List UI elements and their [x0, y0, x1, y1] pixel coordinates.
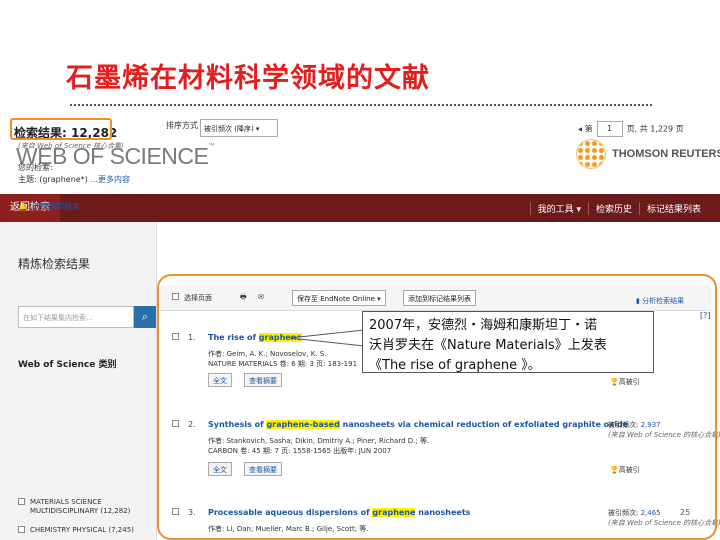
record-authors: 作者: Li, Dan; Mueller, Marc B.; Gilje, Sc…	[208, 525, 369, 533]
record-checkbox[interactable]	[172, 508, 179, 515]
record-authors: 作者: Stankovich, Sasha; Dikin, Dmitriy A.…	[208, 437, 430, 445]
results-toolbar: 选择页面 🖶 ✉ 保存至 EndNote Online ▾ 添加到标记结果列表	[160, 285, 710, 311]
sort-select[interactable]: 被引频次 (降序) ▾	[200, 119, 278, 137]
times-cited-link[interactable]: 2,465	[641, 509, 661, 517]
highly-cited-badge: 🏆高被引	[610, 378, 640, 386]
help-link[interactable]: [?]	[700, 311, 711, 320]
category-item[interactable]: MATERIALS SCIENCE	[18, 498, 102, 507]
brand-name: THOMSON REUTERS	[612, 148, 720, 160]
save-to-endnote-button[interactable]: 保存至 EndNote Online ▾	[292, 290, 386, 306]
record-source: CARBON 卷: 45 期: 7 页: 1558-1565 出版年: JUN …	[208, 447, 392, 455]
view-abstract-button[interactable]: 查看摘要	[244, 462, 282, 476]
your-search-label: 您的检索:	[18, 163, 53, 172]
result-source: (来自 Web of Science 核心合集)	[18, 142, 124, 150]
slide-title: 石墨烯在材料科学领域的文献	[66, 63, 430, 94]
trophy-icon: 🏆	[610, 378, 619, 386]
record-authors: 作者: Geim, A. K.; Novoselov, K. S.	[208, 350, 327, 358]
trophy-icon: 🏆	[610, 466, 619, 474]
callout-line: 《The rise of graphene 》。	[369, 358, 541, 373]
your-search: 您的检索: 主题: (graphene*) ...更多内容	[18, 162, 130, 186]
thomson-reuters-logo: THOMSON REUTERS	[576, 139, 720, 169]
view-abstract-button[interactable]: 查看摘要	[244, 373, 282, 387]
more-link[interactable]: ...更多内容	[90, 175, 130, 184]
page-label: 第	[584, 124, 593, 134]
refine-heading: 精炼检索结果	[18, 257, 91, 271]
prev-page-icon[interactable]: ◂	[578, 125, 582, 134]
my-tools-menu[interactable]: 我的工具 ▾	[529, 201, 588, 215]
page-total: 页, 共 1,229 页	[626, 124, 684, 134]
record-title-link[interactable]: The rise of graphene	[208, 333, 302, 342]
record-checkbox[interactable]	[172, 333, 179, 340]
chevron-down-icon: ▾	[255, 125, 260, 133]
times-cited: 被引频次: 2,465 (来自 Web of Science 的核心合集)	[608, 509, 720, 527]
print-icon[interactable]: 🖶	[240, 293, 247, 304]
select-page-checkbox[interactable]: 选择页面	[172, 293, 212, 303]
full-text-button[interactable]: 全文	[208, 373, 232, 387]
record-number: 2.	[188, 420, 196, 429]
pager: ◂ 第 1 页, 共 1,229 页	[578, 121, 684, 137]
full-text-button[interactable]: 全文	[208, 462, 232, 476]
create-alert-link[interactable]: 🔔 创建跟踪服务	[18, 201, 80, 212]
record-title-link[interactable]: Processable aqueous dispersions of graph…	[208, 508, 470, 517]
thomson-reuters-dots-icon	[576, 139, 606, 169]
result-count-highlight	[10, 118, 112, 140]
record-title-link[interactable]: Synthesis of graphene-based nanosheets v…	[208, 420, 628, 429]
sort-label: 排序方式	[166, 121, 198, 130]
slide-page-number: 25	[680, 508, 691, 517]
email-icon[interactable]: ✉	[258, 293, 264, 301]
checkbox[interactable]	[18, 526, 25, 533]
nav-bar: 返回检索 我的工具 ▾ 检索历史 标记结果列表	[0, 194, 720, 222]
analyze-results-link[interactable]: ▮ 分析检索结果	[636, 296, 684, 306]
highly-cited-badge: 🏆高被引	[610, 466, 640, 474]
marked-list-link[interactable]: 标记结果列表	[638, 201, 708, 215]
add-to-marked-list-button[interactable]: 添加到标记结果列表	[403, 290, 476, 306]
record-checkbox[interactable]	[172, 420, 179, 427]
record-number: 3.	[188, 508, 196, 517]
times-cited: 被引频次: 2,937 (来自 Web of Science 的核心合集)	[608, 421, 720, 439]
nav-menu: 我的工具 ▾ 检索历史 标记结果列表	[529, 194, 708, 222]
refine-search-input[interactable]: 在如下结果集内检索...	[18, 306, 134, 328]
callout-pointer	[289, 329, 365, 347]
category-heading: Web of Science 类别	[18, 360, 117, 370]
page-input[interactable]: 1	[596, 121, 623, 137]
record-number: 1.	[188, 333, 196, 342]
title-divider	[70, 104, 652, 106]
your-search-query: 主题: (graphene*)	[18, 175, 91, 184]
times-cited-link[interactable]: 2,937	[641, 421, 661, 429]
callout-line: 沃肖罗夫在《Nature Materials》上发表	[369, 338, 607, 353]
record-source: NATURE MATERIALS 卷: 6 期: 3 页: 183-191	[208, 360, 358, 368]
callout-line: 2007年，安德烈・海姆和康斯坦丁・诺	[369, 318, 598, 333]
checkbox[interactable]	[18, 498, 25, 505]
search-icon[interactable]: ⌕	[134, 306, 156, 328]
annotation-callout: 2007年，安德烈・海姆和康斯坦丁・诺 沃肖罗夫在《Nature Materia…	[362, 311, 654, 373]
search-history-link[interactable]: 检索历史	[587, 201, 639, 215]
bell-icon: 🔔	[18, 202, 28, 211]
category-item-count: MULTIDISCIPLINARY (12,282)	[30, 507, 131, 515]
category-item[interactable]: CHEMISTRY PHYSICAL (7,245)	[18, 526, 134, 535]
